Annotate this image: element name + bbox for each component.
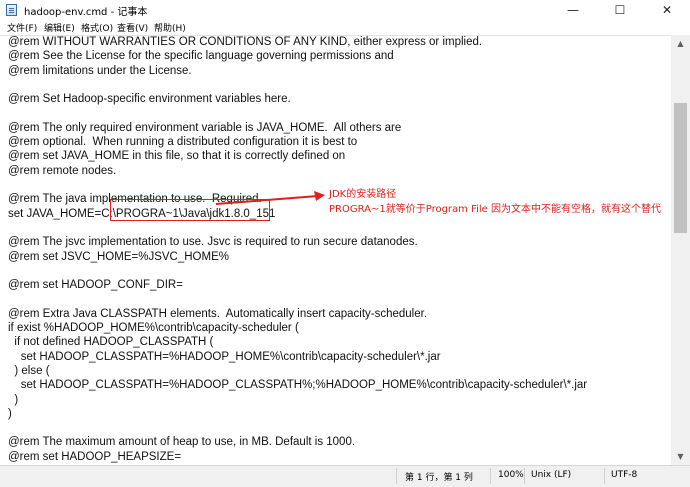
notepad-window: hadoop-env.cmd - 记事本 — ☐ ✕ 文件(F) 编辑(E) 格… bbox=[0, 0, 690, 487]
annotation-arrow bbox=[215, 191, 325, 205]
annotation-note: PROGRA~1就等价于Program File 因为文本中不能有空格，就有这个… bbox=[329, 204, 662, 215]
annotation-title: JDK的安装路径 bbox=[329, 189, 397, 200]
